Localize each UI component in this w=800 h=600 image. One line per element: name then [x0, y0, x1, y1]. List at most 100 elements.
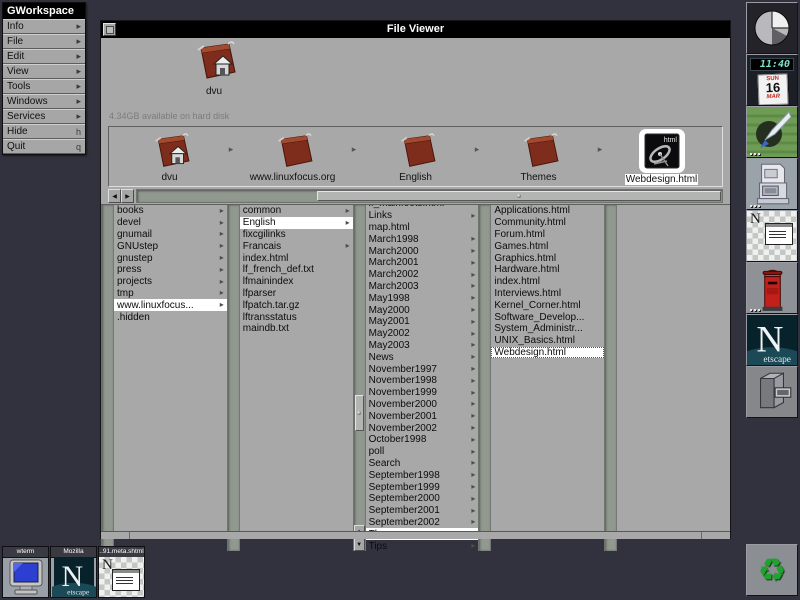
dock-sphere[interactable]	[746, 2, 798, 54]
file-item[interactable]: Hardware.html	[491, 264, 604, 276]
menu-item-tools[interactable]: Tools▸	[3, 79, 85, 94]
file-item[interactable]: Interviews.html	[491, 288, 604, 300]
file-item[interactable]: lf_french_def.txt	[240, 264, 353, 276]
file-item[interactable]: September2002▸	[366, 517, 479, 529]
file-item[interactable]: common▸	[240, 205, 353, 217]
file-item[interactable]: index.html	[491, 276, 604, 288]
file-item[interactable]: map.html	[366, 222, 479, 234]
window-resize-bar[interactable]	[101, 531, 730, 539]
file-item[interactable]: Tips▸	[366, 540, 479, 551]
current-folder[interactable]: dvu	[184, 41, 244, 97]
file-item[interactable]: lf_mainfoots.html	[366, 205, 479, 210]
dock-netscape[interactable]: N etscape	[746, 314, 798, 366]
menu-item-info[interactable]: Info▸	[3, 19, 85, 34]
file-item[interactable]: September2001▸	[366, 505, 479, 517]
file-item[interactable]: March2001▸	[366, 257, 479, 269]
file-item[interactable]: poll▸	[366, 446, 479, 458]
file-item[interactable]: Webdesign.html	[491, 347, 604, 359]
file-item[interactable]: March2000▸	[366, 245, 479, 257]
dock-paint[interactable]	[746, 106, 798, 158]
file-item[interactable]: gnustep▸	[114, 252, 227, 264]
file-item[interactable]: November1997▸	[366, 363, 479, 375]
file-item[interactable]: May2003▸	[366, 340, 479, 352]
file-item[interactable]: tmp▸	[114, 288, 227, 300]
file-item[interactable]: Search▸	[366, 458, 479, 470]
file-item[interactable]: May1998▸	[366, 292, 479, 304]
scroll-left-button[interactable]: ◀	[108, 189, 121, 203]
menu-item-windows[interactable]: Windows▸	[3, 94, 85, 109]
file-item[interactable]: Kernel_Corner.html	[491, 299, 604, 311]
scroll-right-button[interactable]: ▶	[121, 189, 134, 203]
file-item[interactable]: News▸	[366, 351, 479, 363]
file-item[interactable]: Forum.html	[491, 229, 604, 241]
menu-item-edit[interactable]: Edit▸	[3, 49, 85, 64]
file-item[interactable]: maindb.txt	[240, 323, 353, 335]
file-item[interactable]: lftransstatus	[240, 311, 353, 323]
dock-file-cabinet[interactable]	[746, 158, 798, 210]
column-scrollbar[interactable]	[227, 205, 240, 551]
file-item[interactable]: English▸	[240, 217, 353, 229]
file-item[interactable]: May2000▸	[366, 304, 479, 316]
scrollbar-knob[interactable]	[317, 191, 721, 201]
file-item[interactable]: index.html	[240, 252, 353, 264]
shelf-item-English[interactable]: English	[355, 127, 476, 186]
column-scrollbar[interactable]	[478, 205, 491, 551]
file-item[interactable]: Links▸	[366, 210, 479, 222]
shelf-item-Webdesign.html[interactable]: html Webdesign.html	[601, 127, 722, 186]
file-item[interactable]: March2003▸	[366, 281, 479, 293]
miniwindow-wterm[interactable]: wterm	[2, 546, 49, 598]
file-item[interactable]: UNIX_Basics.html	[491, 335, 604, 347]
file-item[interactable]: October1998▸	[366, 434, 479, 446]
file-item[interactable]: GNUstep▸	[114, 240, 227, 252]
file-item[interactable]: November2000▸	[366, 399, 479, 411]
shelf-item-www.linuxfocus.org[interactable]: www.linuxfocus.org	[232, 127, 353, 186]
dock-postbox[interactable]	[746, 262, 798, 314]
menu-title[interactable]: GWorkspace	[3, 3, 85, 19]
dock-clock[interactable]: 11:40SUN16MAR	[746, 54, 798, 106]
file-item[interactable]: fixcgilinks	[240, 229, 353, 241]
file-item[interactable]: projects▸	[114, 276, 227, 288]
file-item[interactable]: .hidden	[114, 311, 227, 323]
scroll-down-button[interactable]: ▼	[354, 538, 365, 551]
file-item[interactable]: May2002▸	[366, 328, 479, 340]
miniwindow--91-meta-shtml[interactable]: ..91.meta.shtmlN	[98, 546, 145, 598]
dock-document[interactable]: N	[746, 210, 798, 262]
recycler[interactable]: ♻	[746, 544, 798, 596]
dock-cabinet[interactable]	[746, 366, 798, 418]
file-item[interactable]: March2002▸	[366, 269, 479, 281]
file-item[interactable]: lfpatch.tar.gz	[240, 299, 353, 311]
column-scrollbar[interactable]	[604, 205, 617, 551]
file-item[interactable]: press▸	[114, 264, 227, 276]
window-titlebar[interactable]: File Viewer	[101, 21, 730, 38]
file-item[interactable]: March1998▸	[366, 233, 479, 245]
file-item[interactable]: www.linuxfocus...▸	[114, 299, 227, 311]
file-item[interactable]: September1999▸	[366, 481, 479, 493]
file-item[interactable]: Games.html	[491, 240, 604, 252]
column-scrollbar[interactable]	[101, 205, 114, 551]
file-item[interactable]: gnumail▸	[114, 229, 227, 241]
file-item[interactable]: Francais▸	[240, 240, 353, 252]
column-scrollbar[interactable]: ▲▼	[353, 205, 366, 551]
file-item[interactable]: November2002▸	[366, 422, 479, 434]
miniwindow-mozilla[interactable]: Mozilla N etscape	[50, 546, 97, 598]
file-item[interactable]: May2001▸	[366, 316, 479, 328]
file-item[interactable]: November2001▸	[366, 410, 479, 422]
scrollbar-knob[interactable]	[355, 395, 364, 431]
file-item[interactable]: Graphics.html	[491, 252, 604, 264]
file-item[interactable]: Applications.html	[491, 205, 604, 217]
file-item[interactable]: November1999▸	[366, 387, 479, 399]
file-item[interactable]: books▸	[114, 205, 227, 217]
menu-item-quit[interactable]: Quitq	[3, 139, 85, 154]
scrollbar-track[interactable]	[136, 189, 723, 203]
shelf-item-Themes[interactable]: Themes	[478, 127, 599, 186]
file-item[interactable]: Community.html	[491, 217, 604, 229]
shelf-item-dvu[interactable]: dvu	[109, 127, 230, 186]
file-item[interactable]: lfmainindex	[240, 276, 353, 288]
file-item[interactable]: devel▸	[114, 217, 227, 229]
file-item[interactable]: September1998▸	[366, 469, 479, 481]
menu-item-services[interactable]: Services▸	[3, 109, 85, 124]
menu-item-file[interactable]: File▸	[3, 34, 85, 49]
file-item[interactable]: System_Administr...	[491, 323, 604, 335]
menu-item-view[interactable]: View▸	[3, 64, 85, 79]
menu-item-hide[interactable]: Hideh	[3, 124, 85, 139]
